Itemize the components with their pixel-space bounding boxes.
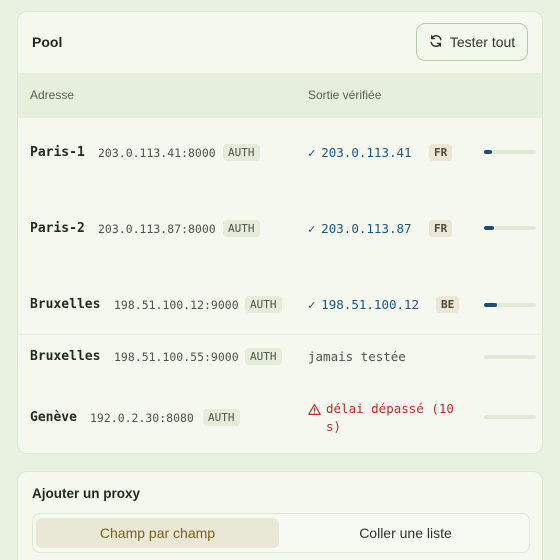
add-proxy-card: Ajouter un proxy Champ par champ Coller … xyxy=(17,471,543,560)
proxy-name: Bruxelles xyxy=(30,297,101,312)
score-bar xyxy=(484,415,536,419)
column-header-output: Sortie vérifiée xyxy=(308,88,382,102)
score-bar xyxy=(484,226,536,230)
table-row[interactable]: Genève 192.0.2.30:8080 AUTH délai dépass… xyxy=(18,383,542,453)
verified-ip: 203.0.113.87 xyxy=(321,221,412,236)
proxy-address: 203.0.113.87:8000 xyxy=(98,222,216,236)
auth-badge: AUTH xyxy=(223,144,260,161)
country-badge: FR xyxy=(429,144,453,161)
pool-card: Pool Tester tout Adresse Sortie vérifiée… xyxy=(17,11,543,454)
country-badge: FR xyxy=(429,220,453,237)
proxy-address: 192.0.2.30:8080 xyxy=(90,411,194,425)
proxy-address: 198.51.100.55:9000 xyxy=(114,350,239,364)
table-header: Adresse Sortie vérifiée xyxy=(18,73,542,118)
score-bar xyxy=(484,150,536,154)
check-icon: ✓ xyxy=(308,145,316,160)
table-row[interactable]: Bruxelles 198.51.100.55:9000 AUTH jamais… xyxy=(18,335,542,383)
score-bar-fill xyxy=(484,226,495,230)
auth-badge: AUTH xyxy=(203,409,240,426)
add-proxy-title: Ajouter un proxy xyxy=(32,486,141,501)
proxy-address: 203.0.113.41:8000 xyxy=(98,146,216,160)
table-row[interactable]: Bruxelles 198.51.100.12:9000 AUTH ✓ 198.… xyxy=(18,270,542,334)
proxy-name: Bruxelles xyxy=(30,349,101,364)
input-mode-toggle: Champ par champ Coller une liste xyxy=(32,513,530,553)
score-bar xyxy=(484,355,536,359)
test-all-button[interactable]: Tester tout xyxy=(416,23,528,61)
timeout-error: délai dépassé (10 s) xyxy=(308,400,468,436)
check-icon: ✓ xyxy=(308,297,316,312)
timeout-text: délai dépassé (10 s) xyxy=(326,401,454,434)
auth-badge: AUTH xyxy=(245,348,282,365)
tab-field-by-field[interactable]: Champ par champ xyxy=(36,518,279,548)
verified-output: ✓ 203.0.113.87 xyxy=(308,221,412,236)
check-icon: ✓ xyxy=(308,221,316,236)
refresh-icon xyxy=(429,34,443,51)
proxy-name: Paris-2 xyxy=(30,221,85,236)
warning-icon xyxy=(308,403,321,415)
auth-badge: AUTH xyxy=(245,296,282,313)
score-bar xyxy=(484,303,536,307)
auth-badge: AUTH xyxy=(223,220,260,237)
proxy-address: 198.51.100.12:9000 xyxy=(114,298,239,312)
never-tested-text: jamais testée xyxy=(308,349,406,364)
verified-output: ✓ 198.51.100.12 xyxy=(308,297,419,312)
score-bar-fill xyxy=(484,150,492,154)
proxy-name: Genève xyxy=(30,410,77,425)
country-badge: BE xyxy=(436,296,460,313)
tab-paste-list[interactable]: Coller une liste xyxy=(284,518,527,548)
proxy-name: Paris-1 xyxy=(30,145,85,160)
test-all-label: Tester tout xyxy=(449,34,516,50)
table-row[interactable]: Paris-2 203.0.113.87:8000 AUTH ✓ 203.0.1… xyxy=(18,194,542,270)
verified-ip: 203.0.113.41 xyxy=(321,145,412,160)
score-bar-fill xyxy=(484,303,497,307)
pool-title: Pool xyxy=(32,34,63,50)
verified-output: ✓ 203.0.113.41 xyxy=(308,145,412,160)
column-header-address: Adresse xyxy=(30,88,75,102)
table-row[interactable]: Paris-1 203.0.113.41:8000 AUTH ✓ 203.0.1… xyxy=(18,118,542,194)
verified-ip: 198.51.100.12 xyxy=(321,297,420,312)
